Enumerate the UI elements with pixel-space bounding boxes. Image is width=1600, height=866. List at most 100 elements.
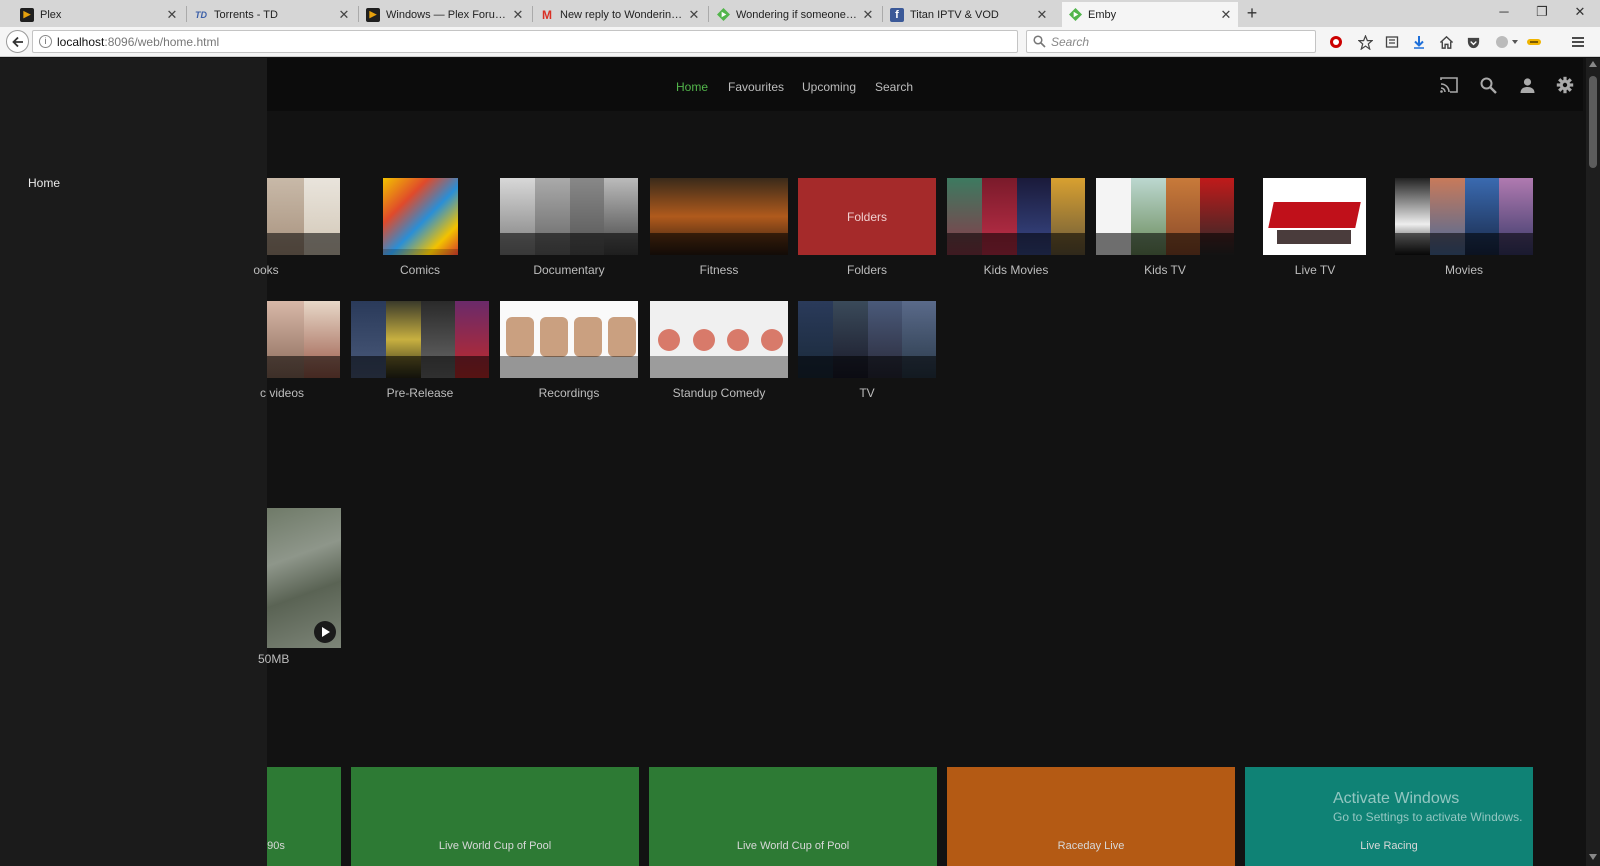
live-tile-label: Live World Cup of Pool — [438, 840, 552, 852]
browser-tab-bar: ▶ Plex ✕ TD Torrents - TD ✕ ▶ Windows — … — [0, 0, 1600, 27]
scroll-down-icon[interactable] — [1589, 854, 1597, 860]
plex-icon: ▶ — [20, 7, 34, 22]
close-icon[interactable]: ✕ — [166, 7, 178, 23]
record-icon[interactable] — [1327, 33, 1345, 51]
bookmark-star-icon[interactable] — [1356, 33, 1374, 51]
live-tile[interactable]: Live World Cup of Pool — [351, 767, 639, 866]
library-tile-folders[interactable]: Folders — [798, 178, 936, 255]
tab-label: Windows — Plex Forums — [386, 8, 508, 21]
windows-watermark-title: Activate Windows — [1333, 790, 1460, 807]
restore-button[interactable]: ❐ — [1524, 2, 1560, 22]
search-bar[interactable]: Search — [1026, 30, 1316, 53]
live-tile-label: Live Racing — [1360, 840, 1418, 852]
nav-upcoming[interactable]: Upcoming — [802, 80, 856, 94]
menu-icon[interactable] — [1569, 33, 1587, 51]
user-icon[interactable] — [1516, 74, 1538, 96]
library-tile-music-videos[interactable] — [267, 301, 340, 378]
library-label: Recordings — [538, 386, 600, 400]
gear-icon[interactable] — [1554, 74, 1576, 96]
tab-label: Emby — [1088, 8, 1117, 21]
reading-list-icon[interactable] — [1383, 33, 1401, 51]
library-label: Comics — [399, 263, 440, 277]
info-icon[interactable]: i — [39, 35, 52, 48]
td-icon: TD — [195, 9, 207, 20]
library-tile-kids-tv[interactable] — [1096, 178, 1234, 255]
tab-label: Torrents - TD — [214, 8, 278, 21]
tab-label: Plex — [40, 8, 62, 21]
scroll-up-icon[interactable] — [1589, 61, 1597, 67]
address-bar[interactable]: i localhost:8096/web/home.html ⟳ — [32, 30, 1045, 53]
back-button[interactable] — [6, 30, 29, 53]
library-tile-books[interactable] — [267, 178, 340, 255]
tab-emby[interactable]: Emby ✕ — [1062, 2, 1238, 27]
live-tile[interactable]: Live World Cup of Pool — [649, 767, 937, 866]
library-label: Pre-Release — [386, 386, 454, 400]
close-icon[interactable]: ✕ — [512, 7, 524, 23]
latest-item-card[interactable] — [267, 508, 341, 648]
adblock-icon[interactable] — [1494, 33, 1520, 51]
library-tile-kids-movies[interactable] — [947, 178, 1085, 255]
library-label: TV — [859, 386, 875, 400]
search-icon[interactable] — [1477, 74, 1499, 96]
tab-separator — [186, 6, 187, 22]
windows-watermark-subtitle: Go to Settings to activate Windows. — [1333, 810, 1523, 824]
url-path: :8096/web/home.html — [104, 34, 220, 49]
download-icon[interactable] — [1410, 33, 1428, 51]
nav-home[interactable]: Home — [676, 80, 708, 94]
pocket-icon[interactable] — [1464, 33, 1482, 51]
close-icon[interactable]: ✕ — [688, 7, 700, 23]
library-tile-fitness[interactable] — [650, 178, 788, 255]
close-icon[interactable]: ✕ — [1036, 7, 1048, 23]
library-tile-pre-release[interactable] — [351, 301, 489, 378]
tab-torrents[interactable]: TD Torrents - TD ✕ — [188, 2, 356, 27]
page-scrollbar[interactable] — [1586, 58, 1600, 866]
library-tile-comics[interactable] — [383, 178, 458, 255]
arrow-left-icon — [11, 36, 23, 47]
side-drawer: Home — [0, 58, 267, 866]
library-tile-live-tv[interactable] — [1263, 178, 1366, 255]
top-header: Home Favourites Upcoming Search — [267, 58, 1583, 111]
play-icon — [321, 627, 330, 637]
tab-label: Wondering if someone can — [736, 8, 858, 21]
play-button[interactable] — [314, 621, 336, 643]
library-tile-tv[interactable] — [798, 301, 936, 378]
new-tab-button[interactable]: + — [1242, 3, 1262, 24]
minimize-button[interactable]: ─ — [1486, 2, 1522, 22]
close-icon[interactable]: ✕ — [1220, 7, 1232, 23]
browser-toolbar: i localhost:8096/web/home.html ⟳ Search — [0, 27, 1600, 57]
library-tile-recordings[interactable] — [500, 301, 638, 378]
drawer-item-home[interactable]: Home — [28, 176, 60, 190]
live-tile[interactable]: Raceday Live — [947, 767, 1235, 866]
search-icon — [1033, 35, 1046, 48]
tab-separator — [532, 6, 533, 22]
window-close-button[interactable]: ✕ — [1562, 2, 1598, 22]
home-icon[interactable] — [1437, 33, 1455, 51]
emby-icon — [1068, 8, 1082, 22]
nav-search[interactable]: Search — [875, 80, 913, 94]
live-tile-label: Raceday Live — [1057, 840, 1125, 852]
tab-separator — [708, 6, 709, 22]
tab-plex[interactable]: ▶ Plex ✕ — [14, 2, 184, 27]
library-label: Folders — [846, 263, 887, 277]
gmail-icon: M — [542, 7, 552, 22]
library-tile-standup-comedy[interactable] — [650, 301, 788, 378]
tab-titan[interactable]: f Titan IPTV & VOD ✕ — [884, 2, 1054, 27]
live-tile-label: 90s — [267, 840, 285, 852]
folders-tile-text: Folders — [846, 209, 887, 224]
scrollbar-thumb[interactable] — [1589, 76, 1597, 168]
library-tile-movies[interactable] — [1395, 178, 1533, 255]
close-icon[interactable]: ✕ — [862, 7, 874, 23]
cast-icon[interactable] — [1438, 74, 1460, 96]
close-icon[interactable]: ✕ — [338, 7, 350, 23]
tab-separator — [882, 6, 883, 22]
nav-favourites[interactable]: Favourites — [728, 80, 784, 94]
library-label: Movies — [1444, 263, 1483, 277]
tab-plex-forums[interactable]: ▶ Windows — Plex Forums ✕ — [360, 2, 530, 27]
extension-icon[interactable] — [1525, 33, 1543, 51]
tab-emby-forum[interactable]: Wondering if someone can ✕ — [710, 2, 880, 27]
library-tile-documentary[interactable] — [500, 178, 638, 255]
latest-item-caption: 50MB — [258, 652, 290, 666]
live-tile[interactable]: 90s — [267, 767, 341, 866]
tab-gmail[interactable]: M New reply to Wondering if s ✕ — [534, 2, 706, 27]
tab-label: New reply to Wondering if s — [560, 8, 684, 21]
